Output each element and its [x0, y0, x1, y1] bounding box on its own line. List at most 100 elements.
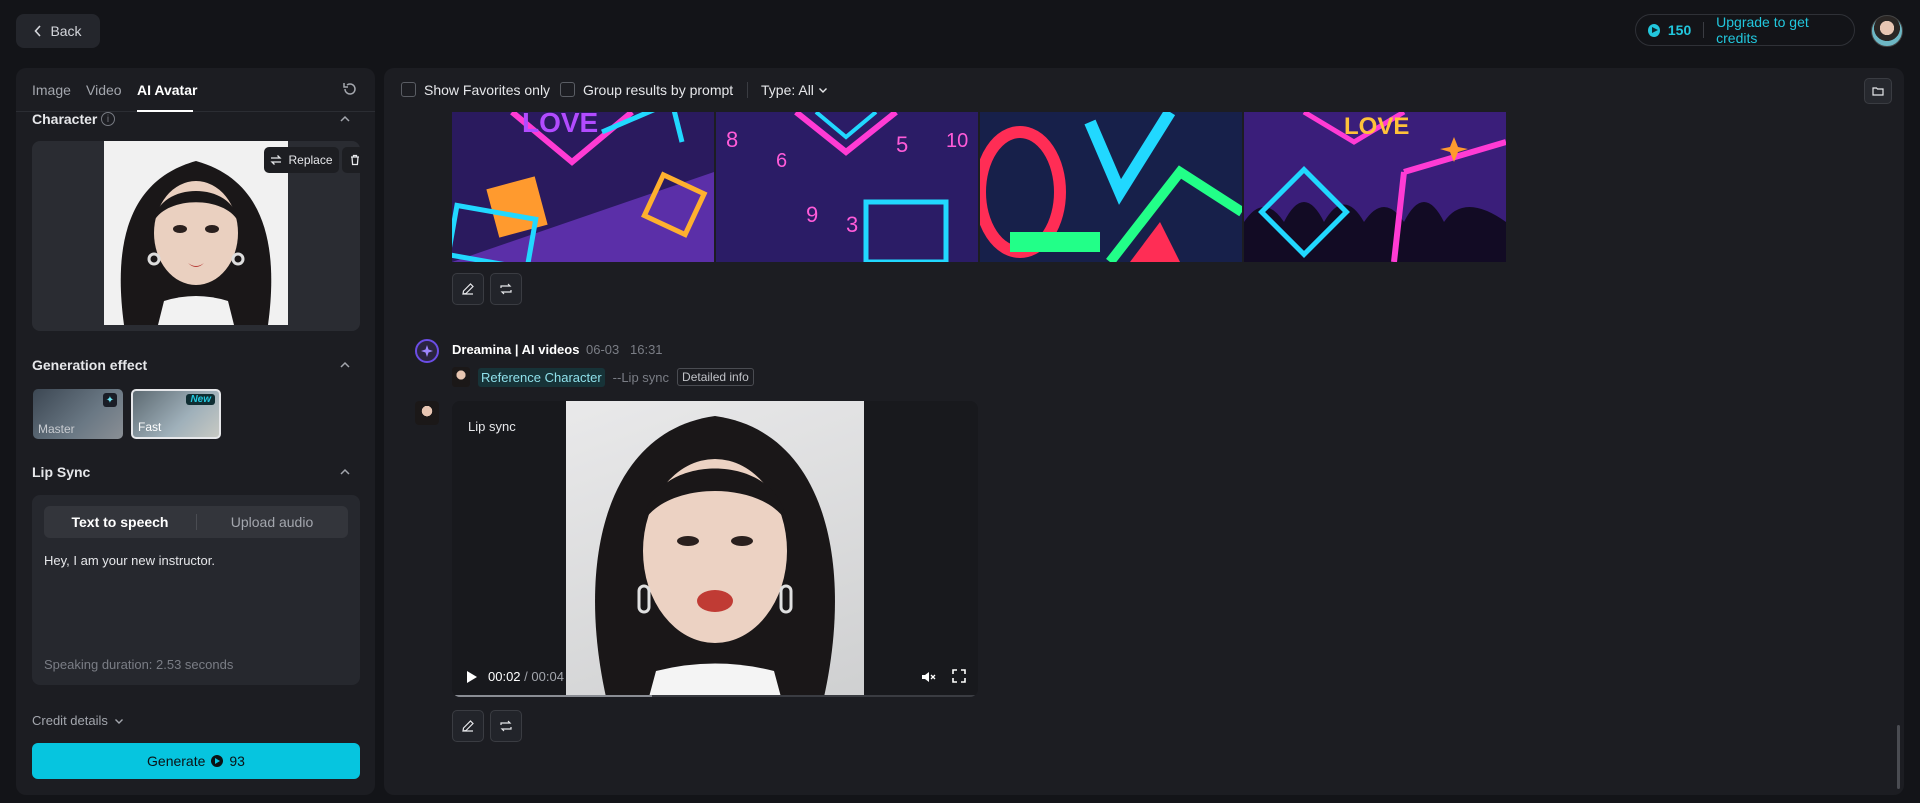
generation-mode: --Lip sync [612, 369, 670, 385]
new-badge: New [186, 394, 215, 405]
svg-text:8: 8 [726, 127, 738, 152]
tab-image[interactable]: Image [32, 82, 71, 98]
svg-text:9: 9 [806, 202, 818, 227]
character-image [104, 141, 288, 325]
result-thumbnail[interactable]: 8 6 5 10 9 3 [716, 112, 978, 262]
tab-ai-avatar[interactable]: AI Avatar [137, 82, 197, 98]
upgrade-link[interactable]: Upgrade to get credits [1716, 14, 1842, 46]
mode-tabs: Image Video AI Avatar [16, 68, 375, 112]
svg-text:LOVE: LOVE [522, 112, 598, 138]
dreamina-logo [415, 339, 439, 363]
replace-button[interactable]: Replace [264, 147, 339, 173]
tab-upload-audio[interactable]: Upload audio [196, 506, 348, 538]
tab-video[interactable]: Video [86, 82, 122, 98]
current-time: 00:02 [488, 669, 521, 684]
svg-text:10: 10 [946, 130, 968, 152]
credit-details-label: Credit details [32, 713, 108, 728]
trash-icon [351, 154, 359, 166]
credit-coin-icon [211, 755, 224, 767]
lip-sync-tabs: Text to speech Upload audio [44, 506, 348, 538]
regenerate-button[interactable] [490, 710, 522, 742]
back-label: Back [50, 23, 82, 39]
character-preview: Replace [32, 141, 360, 331]
favorites-label[interactable]: Show Favorites only [424, 82, 550, 98]
type-filter-dropdown[interactable]: Type: All [761, 82, 828, 98]
lip-sync-panel: Text to speech Upload audio Hey, I am yo… [32, 495, 360, 685]
back-button[interactable]: Back [16, 14, 100, 48]
speech-text-input[interactable]: Hey, I am your new instructor. [44, 553, 344, 568]
chevron-down-icon [818, 88, 827, 93]
edit-button[interactable] [452, 273, 484, 305]
result-thumbnail[interactable] [980, 112, 1242, 262]
video-duration: 00:04 [531, 669, 564, 684]
svg-text:6: 6 [776, 150, 787, 172]
refresh-icon[interactable] [342, 81, 358, 97]
effect-option-master[interactable]: ✦ Master [33, 389, 123, 439]
results-toolbar: Show Favorites only Group results by pro… [384, 68, 1904, 112]
group-by-prompt-checkbox[interactable] [560, 82, 575, 97]
message-date: 06-03 [586, 342, 620, 357]
folder-button[interactable] [1864, 78, 1892, 104]
video-progress-fill [452, 695, 652, 697]
detailed-info-button[interactable]: Detailed info [677, 368, 754, 386]
effect-label: Master [38, 422, 75, 436]
video-progress-track[interactable] [452, 695, 978, 697]
effect-option-fast[interactable]: New Fast [131, 389, 221, 439]
type-filter-label: Type: All [761, 82, 814, 98]
info-icon[interactable]: i [101, 112, 115, 126]
lip-sync-title: Lip Sync [32, 464, 91, 480]
user-avatar[interactable] [1871, 15, 1903, 47]
message-title: Dreamina | AI videos [452, 342, 580, 357]
active-tab-indicator [137, 110, 193, 112]
svg-text:5: 5 [896, 132, 908, 157]
chevron-down-icon [114, 718, 123, 724]
chevron-up-icon[interactable] [339, 466, 351, 478]
speaking-duration: Speaking duration: 2.53 seconds [44, 657, 234, 672]
effect-label: Fast [138, 420, 162, 434]
repeat-icon [500, 283, 512, 295]
generate-label: Generate [147, 753, 206, 769]
video-controls: 00:02 / 00:04 [452, 657, 978, 697]
result-thumbnail[interactable]: LOVE [452, 112, 714, 262]
pencil-icon [462, 720, 474, 732]
generation-effect-title: Generation effect [32, 357, 148, 373]
divider [1703, 22, 1705, 38]
svg-text:3: 3 [846, 212, 858, 237]
play-icon[interactable] [466, 670, 478, 684]
scrollbar[interactable] [1897, 725, 1900, 789]
reference-row: Reference Character --Lip sync Detailed … [452, 366, 754, 388]
credits-count: 150 [1667, 22, 1692, 38]
favorites-checkbox[interactable] [401, 82, 416, 97]
credit-details-toggle[interactable]: Credit details [32, 713, 124, 728]
video-player[interactable]: Lip sync 00:02 / 00:04 [452, 401, 978, 697]
credits-pill[interactable]: 150 Upgrade to get credits [1635, 14, 1855, 46]
character-title: Character [32, 111, 98, 127]
reference-avatar [415, 401, 439, 425]
generate-button[interactable]: Generate 93 [32, 743, 360, 779]
fullscreen-icon[interactable] [952, 669, 966, 683]
replace-label: Replace [288, 153, 333, 167]
reference-character-chip[interactable]: Reference Character [478, 367, 605, 387]
repeat-icon [500, 720, 512, 732]
folder-icon [1872, 87, 1884, 96]
chevron-up-icon[interactable] [339, 113, 351, 125]
delete-button[interactable] [342, 147, 360, 173]
group-by-prompt-label[interactable]: Group results by prompt [583, 82, 733, 98]
sparkle-icon: ✦ [103, 393, 117, 407]
message-time: 16:31 [630, 342, 663, 357]
edit-button[interactable] [452, 710, 484, 742]
results-panel: Show Favorites only Group results by pro… [384, 68, 1904, 795]
credit-coin-icon [1648, 23, 1660, 37]
chevron-up-icon[interactable] [339, 359, 351, 371]
divider [747, 82, 748, 98]
video-label: Lip sync [468, 419, 516, 434]
pencil-icon [462, 283, 474, 295]
video-time: 00:02 / 00:04 [488, 669, 564, 684]
tab-text-to-speech[interactable]: Text to speech [44, 506, 196, 538]
chevron-left-icon [34, 25, 42, 37]
regenerate-button[interactable] [490, 273, 522, 305]
swap-icon [270, 155, 283, 165]
result-thumbnail[interactable]: LOVE [1244, 112, 1506, 262]
mute-icon[interactable] [920, 669, 936, 685]
left-panel: Image Video AI Avatar Character i Replac… [16, 68, 375, 795]
